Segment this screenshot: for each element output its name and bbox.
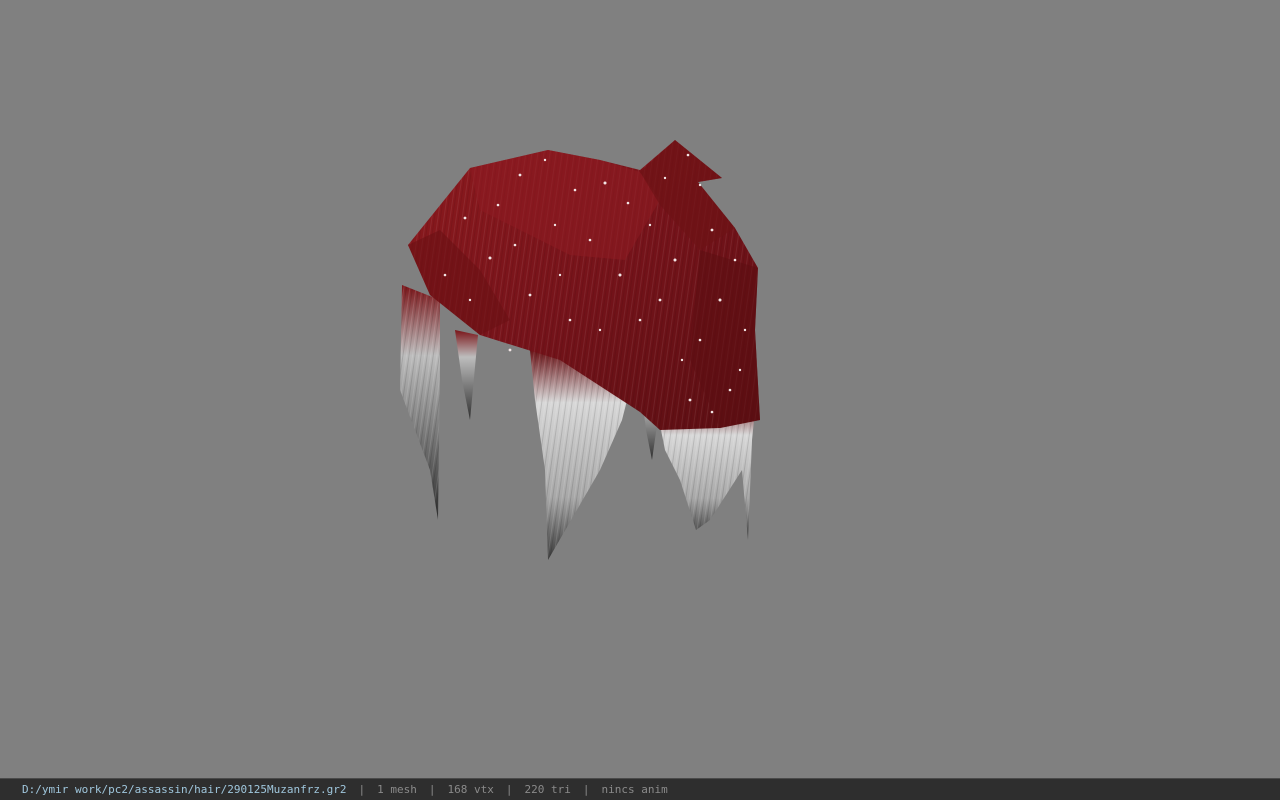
mesh-count: 1 mesh (377, 783, 417, 796)
hair-model (400, 140, 760, 560)
vertex-count: 168 vtx (447, 783, 494, 796)
animation-status: nincs anim (601, 783, 668, 796)
triangle-count: 220 tri (524, 783, 571, 796)
file-path: D:/ymir work/pc2/assassin/hair/290125Muz… (22, 783, 347, 796)
separator: | (358, 783, 366, 796)
status-bar: D:/ymir work/pc2/assassin/hair/290125Muz… (0, 778, 1280, 800)
separator: | (582, 783, 590, 796)
separator: | (505, 783, 513, 796)
separator: | (428, 783, 436, 796)
3d-viewport[interactable] (0, 0, 1280, 778)
